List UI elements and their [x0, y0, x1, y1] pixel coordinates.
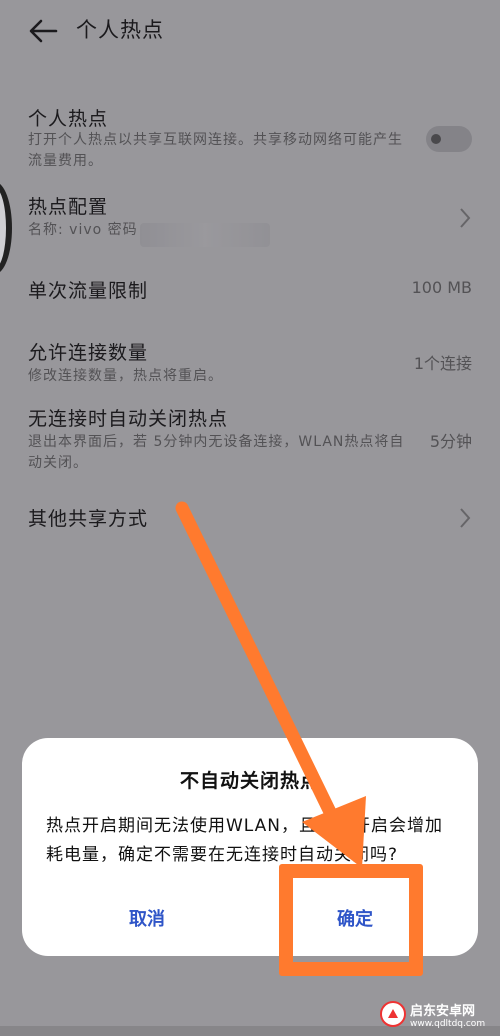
watermark-text: 启东安卓网 www.qdltdq.com	[410, 1000, 485, 1029]
watermark-url: www.qdltdq.com	[410, 1018, 486, 1029]
dialog-title: 不自动关闭热点	[179, 770, 320, 792]
dialog-message: 热点开启期间无法使用WLAN，且持续开启会增加耗电量，确定不需要在无连接时自动关…	[46, 816, 444, 865]
watermark-name: 启东安卓网	[410, 1003, 476, 1019]
annotation-highlight-box	[279, 864, 423, 976]
cancel-button[interactable]: 取消	[62, 898, 232, 938]
watermark-logo-icon	[380, 1001, 406, 1027]
watermark: 启东安卓网 www.qdltdq.com	[380, 996, 498, 1032]
